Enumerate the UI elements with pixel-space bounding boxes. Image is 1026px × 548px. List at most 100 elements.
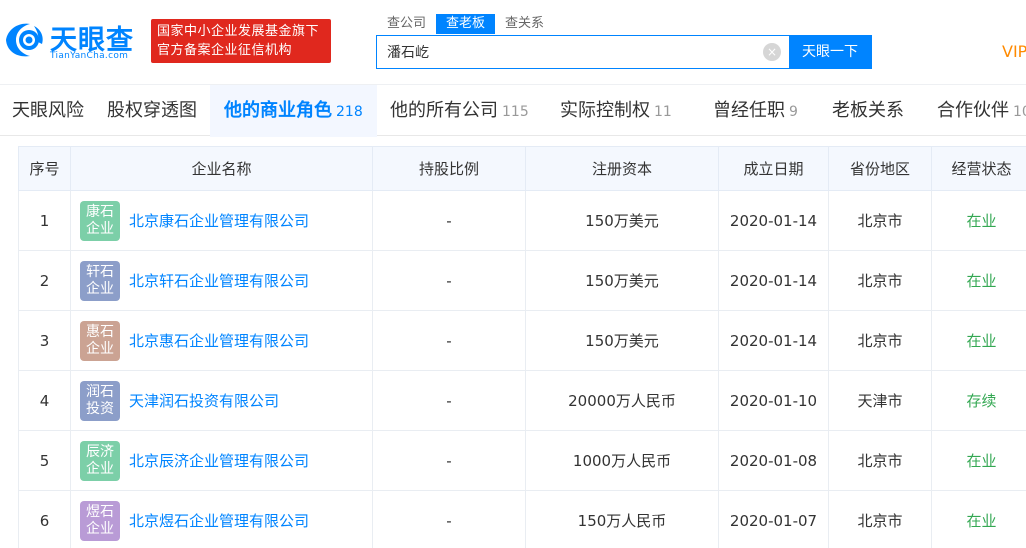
company-logo[interactable]: 惠石 企业 bbox=[80, 320, 120, 361]
company-logo-line-2: 企业 bbox=[86, 460, 114, 477]
tianyancha-logo[interactable]: 天眼查 TianYanCha.com bbox=[2, 18, 142, 64]
tab-boss-relations[interactable]: 老板关系 bbox=[832, 85, 904, 137]
tab-business-roles[interactable]: 他的商业角色 218 bbox=[210, 85, 377, 137]
share-ratio: - bbox=[372, 430, 526, 491]
table-row[interactable]: 6 煜石 企业 北京煜石企业管理有限公司 -150万人民币 2020-01-07 北京市 在业 bbox=[18, 490, 1026, 548]
col-header-founded-date[interactable]: 成立日期 bbox=[718, 146, 829, 191]
logo-domain: TianYanCha.com bbox=[50, 51, 129, 61]
tab-risk[interactable]: 天眼风险 bbox=[12, 85, 84, 137]
company-name-link[interactable]: 北京辰济企业管理有限公司 bbox=[129, 450, 309, 471]
company-logo-line-1: 润石 bbox=[86, 383, 114, 400]
founded-date: 2020-01-14 bbox=[718, 310, 829, 371]
tab-search-boss[interactable]: 查老板 bbox=[436, 14, 496, 34]
company-logo-line-2: 企业 bbox=[86, 340, 114, 357]
table-row[interactable]: 3 惠石 企业 北京惠石企业管理有限公司 -150万美元 2020-01-14 北京市 在业 bbox=[18, 310, 1026, 371]
tab-count: 11 bbox=[654, 104, 672, 120]
row-index: 6 bbox=[18, 490, 71, 548]
site-header: 天眼查 TianYanCha.com 国家中小企业发展基金旗下 官方备案企业征信… bbox=[0, 0, 1026, 84]
col-header-share-ratio[interactable]: 持股比例 bbox=[372, 146, 526, 191]
company-name-link[interactable]: 北京煜石企业管理有限公司 bbox=[129, 510, 309, 531]
table-row[interactable]: 4 润石 投资 天津润石投资有限公司 -20000万人民币 2020-01-10 天津市 存续 bbox=[18, 370, 1026, 431]
company-logo[interactable]: 轩石 企业 bbox=[80, 260, 120, 301]
table-row[interactable]: 5 辰济 企业 北京辰济企业管理有限公司 -1000万人民币 2020-01-08 北京市在… bbox=[18, 430, 1026, 491]
share-ratio: - bbox=[372, 370, 526, 431]
company-logo[interactable]: 润石 投资 bbox=[80, 380, 120, 421]
share-ratio: - bbox=[372, 490, 526, 548]
tab-label: 合作伙伴 bbox=[937, 100, 1009, 121]
region: 北京市 bbox=[828, 490, 932, 548]
founded-date: 2020-01-08 bbox=[718, 430, 829, 491]
search-type-tabs: 查公司 查老板 查关系 bbox=[377, 14, 554, 34]
company-cell: 润石 投资 天津润石投资有限公司 bbox=[70, 370, 373, 431]
region: 北京市 bbox=[828, 430, 932, 491]
company-logo-line-1: 康石 bbox=[86, 203, 114, 220]
col-header-company-name: 企业名称 bbox=[70, 146, 373, 191]
tab-past-positions[interactable]: 曾经任职 9 bbox=[713, 85, 798, 137]
company-logo-line-1: 煜石 bbox=[86, 503, 114, 520]
tab-label: 他的所有公司 bbox=[390, 100, 498, 121]
row-index: 5 bbox=[18, 430, 71, 491]
tab-equity-graph[interactable]: 股权穿透图 bbox=[107, 85, 197, 137]
registered-capital: 150万美元 bbox=[525, 250, 719, 311]
company-entry: 润石 投资 天津润石投资有限公司 bbox=[80, 380, 372, 421]
company-table-wrapper: 序号 企业名称 持股比例 注册资本 成立日期 省份地区 经营状态 1 康石 企业 北京… bbox=[18, 146, 1026, 548]
vip-link[interactable]: VIP bbox=[1002, 42, 1026, 61]
company-logo-line-1: 惠石 bbox=[86, 323, 114, 340]
clear-icon[interactable]: × bbox=[763, 43, 781, 61]
company-name-link[interactable]: 北京惠石企业管理有限公司 bbox=[129, 330, 309, 351]
region: 北京市 bbox=[828, 190, 932, 251]
company-logo-line-2: 企业 bbox=[86, 520, 114, 537]
registered-capital: 150万美元 bbox=[525, 190, 719, 251]
company-logo[interactable]: 康石 企业 bbox=[80, 200, 120, 241]
company-cell: 辰济 企业 北京辰济企业管理有限公司 bbox=[70, 430, 373, 491]
row-index: 1 bbox=[18, 190, 71, 251]
tab-label: 天眼风险 bbox=[12, 100, 84, 121]
company-logo[interactable]: 煜石 企业 bbox=[80, 500, 120, 541]
tab-count: 218 bbox=[336, 104, 363, 120]
tab-partners[interactable]: 合作伙伴10 bbox=[937, 85, 1026, 137]
company-name-link[interactable]: 天津润石投资有限公司 bbox=[129, 390, 279, 411]
profile-nav: 天眼风险 股权穿透图 他的商业角色 218 他的所有公司 115 实际控制权 11 曾… bbox=[0, 84, 1026, 137]
eye-logo-icon bbox=[6, 23, 43, 57]
registered-capital: 1000万人民币 bbox=[525, 430, 719, 491]
company-entry: 轩石 企业 北京轩石企业管理有限公司 bbox=[80, 260, 372, 301]
table-row[interactable]: 2 轩石 企业 北京轩石企业管理有限公司 -150万美元 2020-01-14 北京市 在业 bbox=[18, 250, 1026, 311]
company-cell: 惠石 企业 北京惠石企业管理有限公司 bbox=[70, 310, 373, 371]
col-header-registered-capital[interactable]: 注册资本 bbox=[525, 146, 719, 191]
company-entry: 惠石 企业 北京惠石企业管理有限公司 bbox=[80, 320, 372, 361]
company-cell: 煜石 企业 北京煜石企业管理有限公司 bbox=[70, 490, 373, 548]
tab-label: 他的商业角色 bbox=[224, 100, 332, 121]
col-header-index: 序号 bbox=[18, 146, 71, 191]
tab-label: 实际控制权 bbox=[560, 100, 650, 121]
company-entry: 煜石 企业 北京煜石企业管理有限公司 bbox=[80, 500, 372, 541]
company-name-link[interactable]: 北京康石企业管理有限公司 bbox=[129, 210, 309, 231]
row-index: 4 bbox=[18, 370, 71, 431]
search-input[interactable] bbox=[377, 36, 763, 68]
status-badge: 在业 bbox=[931, 430, 1026, 491]
company-logo[interactable]: 辰济 企业 bbox=[80, 440, 120, 481]
tab-search-relation[interactable]: 查关系 bbox=[495, 14, 554, 34]
company-cell: 轩石 企业 北京轩石企业管理有限公司 bbox=[70, 250, 373, 311]
company-logo-line-1: 辰济 bbox=[86, 443, 114, 460]
status-badge: 在业 bbox=[931, 310, 1026, 371]
tab-all-companies[interactable]: 他的所有公司 115 bbox=[390, 85, 529, 137]
share-ratio: - bbox=[372, 190, 526, 251]
tab-search-company[interactable]: 查公司 bbox=[377, 14, 436, 34]
registered-capital: 20000万人民币 bbox=[525, 370, 719, 431]
badge-line-2: 官方备案企业征信机构 bbox=[157, 43, 293, 58]
registered-capital: 150万人民币 bbox=[525, 490, 719, 548]
tab-actual-control[interactable]: 实际控制权 11 bbox=[560, 85, 672, 137]
company-cell: 康石 企业 北京康石企业管理有限公司 bbox=[70, 190, 373, 251]
col-header-region: 省份地区 bbox=[828, 146, 932, 191]
badge-line-1: 国家中小企业发展基金旗下 bbox=[157, 24, 320, 39]
col-header-status: 经营状态 bbox=[931, 146, 1026, 191]
founded-date: 2020-01-14 bbox=[718, 190, 829, 251]
table-row[interactable]: 1 康石 企业 北京康石企业管理有限公司 -150万美元 2020-01-14 北京市 在业 bbox=[18, 190, 1026, 251]
status-badge: 在业 bbox=[931, 190, 1026, 251]
table-body: 1 康石 企业 北京康石企业管理有限公司 -150万美元 2020-01-14 北京市 在业 2… bbox=[18, 190, 1026, 548]
row-index: 3 bbox=[18, 310, 71, 371]
tab-count: 9 bbox=[789, 104, 798, 120]
company-name-link[interactable]: 北京轩石企业管理有限公司 bbox=[129, 270, 309, 291]
founded-date: 2020-01-14 bbox=[718, 250, 829, 311]
search-button[interactable]: 天眼一下 bbox=[789, 36, 871, 68]
